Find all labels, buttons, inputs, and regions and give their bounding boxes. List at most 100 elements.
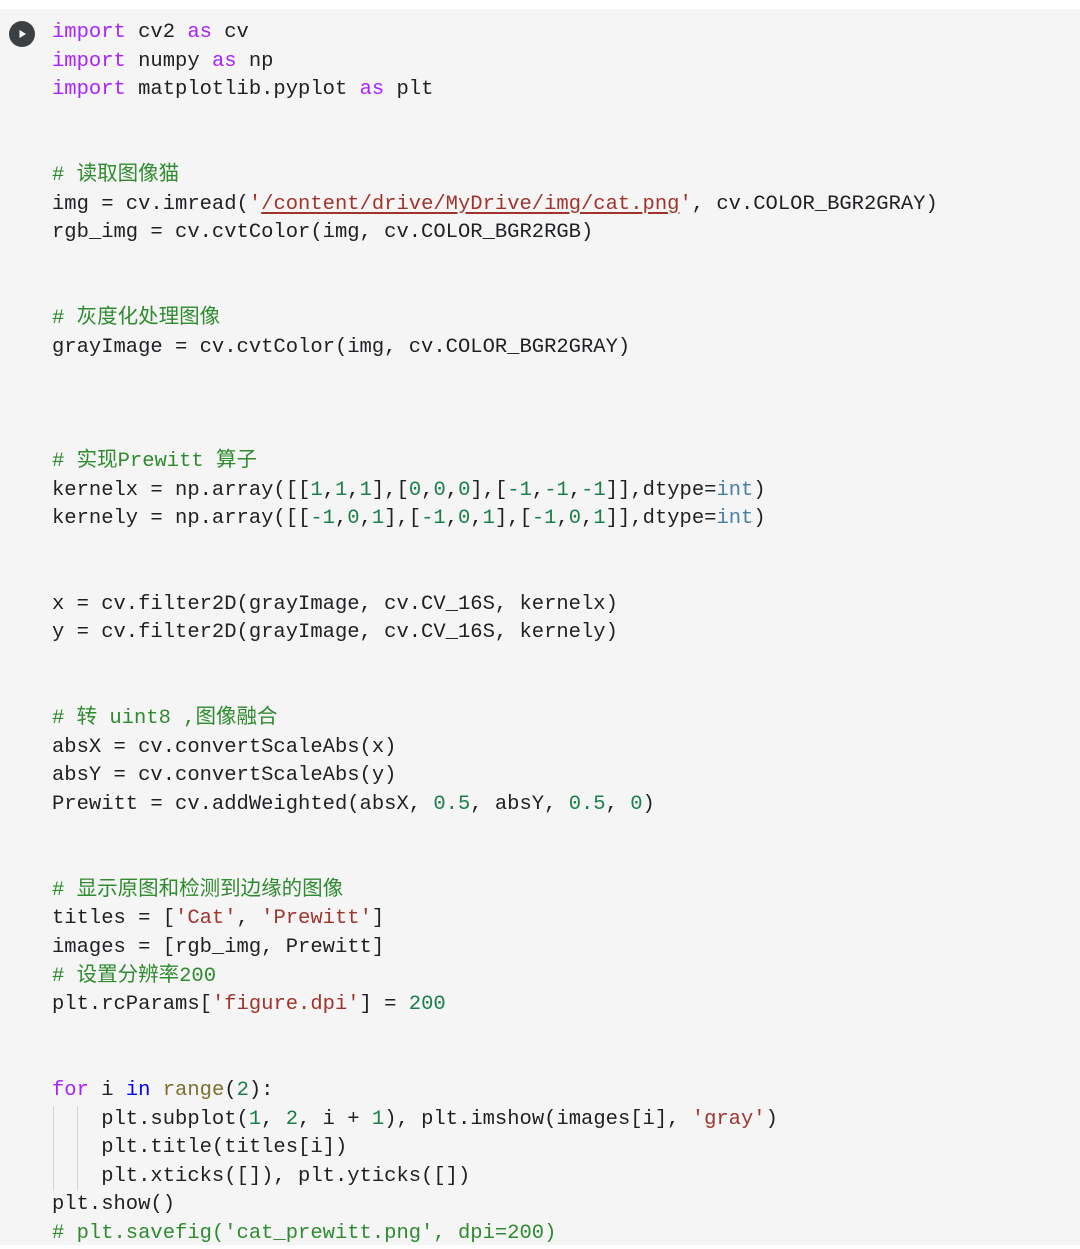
- code-token-kw: import: [52, 21, 126, 44]
- code-token-kw: as: [187, 21, 212, 44]
- code-token-num: 1: [371, 1107, 385, 1131]
- code-token-num: 200: [408, 993, 446, 1017]
- code-cell[interactable]: import cv2 as cv import numpy as np import…: [0, 0, 1080, 1245]
- code-line[interactable]: y = cv.filter2D(grayImage, cv.CV_16S, ke…: [52, 619, 1072, 648]
- code-line[interactable]: for i in range(2):: [52, 1077, 1072, 1106]
- code-token-op: ,: [421, 478, 434, 502]
- code-token-num: 1: [310, 478, 323, 502]
- code-token-op: ,: [531, 478, 545, 502]
- code-token-num: 0.5: [568, 793, 606, 817]
- code-token-op: ): [642, 793, 655, 817]
- code-token-op: ,: [445, 507, 459, 531]
- code-token-kw: for: [52, 1078, 89, 1102]
- code-token-op: cv: [211, 21, 249, 44]
- code-token-op: i: [88, 1078, 126, 1102]
- code-line[interactable]: # 转 uint8 ,图像融合: [52, 705, 1072, 734]
- code-line[interactable]: [52, 362, 1072, 391]
- code-token-str: 'Prewitt': [261, 907, 372, 931]
- code-token-bi: int: [716, 507, 754, 531]
- code-token-num: 2: [285, 1107, 299, 1131]
- code-line[interactable]: # plt.savefig('cat_prewitt.png', dpi=200…: [52, 1220, 1072, 1249]
- code-line[interactable]: [52, 677, 1072, 706]
- code-line[interactable]: absX = cv.convertScaleAbs(x): [52, 734, 1072, 763]
- code-token-op: absY = cv.convertScaleAbs(y): [52, 764, 397, 788]
- code-editor[interactable]: import cv2 as cv import numpy as np import…: [52, 19, 1072, 1249]
- code-token-op: np: [236, 49, 274, 73]
- code-line[interactable]: import numpy as np: [52, 48, 1072, 77]
- code-token-op: ,: [347, 478, 360, 502]
- code-line[interactable]: [52, 1048, 1072, 1077]
- code-token-cmt: # 实现Prewitt 算子: [52, 449, 258, 473]
- code-token-op: rgb_img = cv.cvtColor(img, cv.COLOR_BGR2…: [52, 221, 594, 245]
- code-line[interactable]: Prewitt = cv.addWeighted(absX, 0.5, absY…: [52, 791, 1072, 820]
- code-token-op: ):: [248, 1078, 274, 1102]
- code-line[interactable]: [52, 391, 1072, 420]
- code-line[interactable]: # 读取图像猫: [52, 162, 1072, 191]
- code-token-cmt: # 读取图像猫: [52, 163, 180, 187]
- code-line[interactable]: img = cv.imread('/content/drive/MyDrive/…: [52, 191, 1072, 220]
- code-token-cmt: # 灰度化处理图像: [52, 306, 221, 330]
- code-token-num: -1: [310, 507, 335, 531]
- code-token-cmt: # 转 uint8 ,图像融合: [52, 707, 278, 731]
- code-token-op: img = cv.imread(: [52, 192, 249, 216]
- code-line[interactable]: x = cv.filter2D(grayImage, cv.CV_16S, ke…: [52, 591, 1072, 620]
- code-token-op: ]],dtype=: [605, 507, 717, 531]
- code-token-op: , cv.COLOR_BGR2GRAY): [691, 192, 938, 216]
- code-token-op: ,: [261, 1107, 286, 1131]
- cell-top-edge: [0, 0, 1080, 9]
- code-token-num: -1: [544, 478, 569, 502]
- code-token-kw: as: [211, 49, 237, 73]
- code-token-op: ,: [568, 478, 582, 502]
- code-token-op: ), plt.imshow(images[i],: [384, 1107, 692, 1131]
- code-token-op: images = [rgb_img, Prewitt]: [52, 936, 385, 959]
- code-token-op: x = cv.filter2D(grayImage, cv.CV_16S, ke…: [52, 592, 618, 616]
- code-line[interactable]: titles = ['Cat', 'Prewitt']: [52, 905, 1072, 934]
- code-token-op: (: [224, 1078, 237, 1102]
- code-line[interactable]: [52, 1020, 1072, 1049]
- code-token-num: 0: [630, 793, 643, 817]
- indent-guide: [77, 1162, 78, 1192]
- code-token-op: ,: [581, 507, 594, 531]
- code-token-num: 1: [482, 507, 495, 531]
- code-line[interactable]: absY = cv.convertScaleAbs(y): [52, 762, 1072, 791]
- code-line[interactable]: plt.show(): [52, 1191, 1072, 1220]
- code-line[interactable]: # 灰度化处理图像: [52, 305, 1072, 334]
- code-line[interactable]: kernelx = np.array([[1,1,1],[0,0,0],[-1,…: [52, 477, 1072, 506]
- code-line[interactable]: import matplotlib.pyplot as plt: [52, 76, 1072, 105]
- code-token-cmt: # plt.savefig('cat_prewitt.png', dpi=200…: [52, 1221, 557, 1245]
- code-line[interactable]: [52, 419, 1072, 448]
- code-token-op: ,: [322, 478, 335, 502]
- play-icon: [15, 27, 29, 41]
- code-line[interactable]: images = [rgb_img, Prewitt]: [52, 934, 1072, 963]
- code-line[interactable]: [52, 648, 1072, 677]
- code-line[interactable]: # 设置分辨率200: [52, 963, 1072, 992]
- code-line[interactable]: import cv2 as cv: [52, 19, 1072, 48]
- code-token-cmt: # 设置分辨率200: [52, 964, 217, 988]
- code-line[interactable]: rgb_img = cv.cvtColor(img, cv.COLOR_BGR2…: [52, 219, 1072, 248]
- code-token-op: titles = [: [52, 907, 176, 931]
- code-line[interactable]: plt.title(titles[i]): [52, 1134, 1072, 1163]
- code-line[interactable]: # 显示原图和检测到边缘的图像: [52, 877, 1072, 906]
- code-line[interactable]: # 实现Prewitt 算子: [52, 448, 1072, 477]
- code-line[interactable]: plt.subplot(1, 2, i + 1), plt.imshow(ima…: [52, 1105, 1072, 1135]
- code-line[interactable]: [52, 105, 1072, 134]
- code-line[interactable]: kernely = np.array([[-1,0,1],[-1,0,1],[-…: [52, 505, 1072, 534]
- code-line[interactable]: [52, 133, 1072, 162]
- code-line[interactable]: [52, 534, 1072, 563]
- code-token-op: plt.title(titles[i]): [52, 1136, 348, 1160]
- code-token-kw2: in: [125, 1078, 151, 1102]
- code-line[interactable]: grayImage = cv.cvtColor(img, cv.COLOR_BG…: [52, 334, 1072, 363]
- code-token-num: -1: [507, 478, 532, 502]
- code-line[interactable]: [52, 820, 1072, 849]
- code-token-num: 1: [359, 478, 372, 502]
- code-line[interactable]: plt.rcParams['figure.dpi'] = 200: [52, 991, 1072, 1020]
- code-line[interactable]: plt.xticks([]), plt.yticks([]): [52, 1162, 1072, 1192]
- code-line[interactable]: [52, 248, 1072, 277]
- code-line[interactable]: [52, 848, 1072, 877]
- run-cell-button[interactable]: [9, 21, 35, 47]
- code-line[interactable]: [52, 276, 1072, 305]
- code-token-num: 1: [593, 507, 606, 531]
- code-token-op: ] =: [359, 993, 409, 1017]
- code-line[interactable]: [52, 562, 1072, 591]
- code-token-str: 'gray': [691, 1107, 766, 1131]
